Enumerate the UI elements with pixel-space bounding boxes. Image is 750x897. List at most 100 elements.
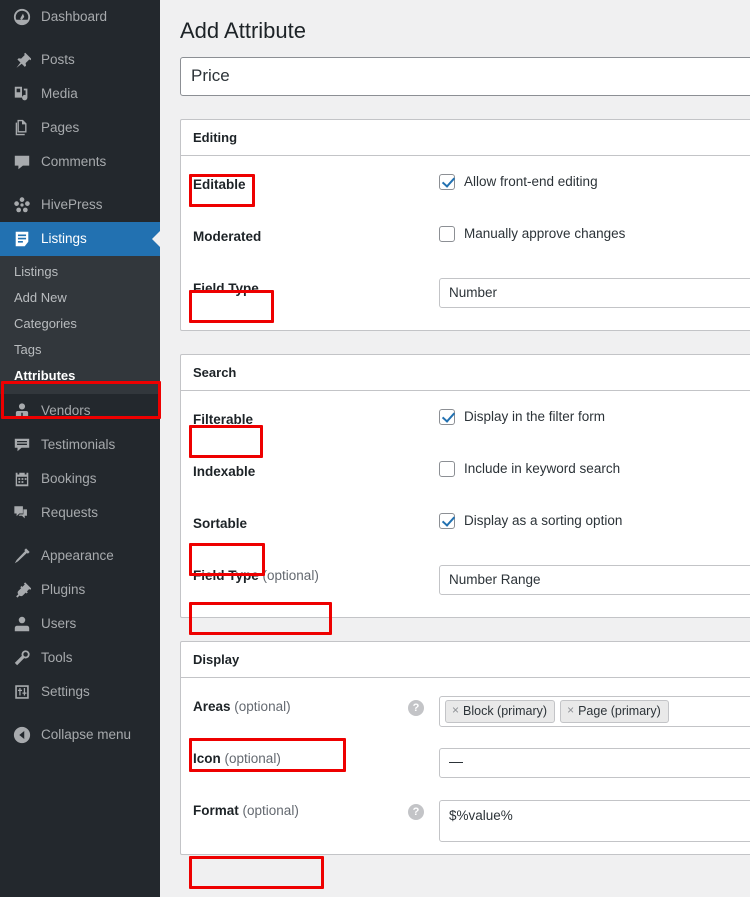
submenu-item-categories[interactable]: Categories: [0, 310, 160, 336]
sidebar-item-label: Posts: [41, 52, 75, 68]
sidebar-item-posts[interactable]: Posts: [0, 43, 160, 77]
tag-chip[interactable]: × Block (primary): [445, 699, 556, 723]
menu-separator: [0, 34, 160, 43]
sidebar-item-label: Collapse menu: [41, 727, 132, 743]
submenu-item-label: Add New: [14, 289, 67, 305]
sidebar-item-collapse-menu[interactable]: Collapse menu: [0, 718, 160, 752]
attribute-name-input[interactable]: [180, 56, 750, 96]
row-label-filterable: Filterable: [193, 409, 408, 427]
textarea-format-optional[interactable]: $%value%: [439, 799, 750, 842]
select-icon-optional[interactable]: [439, 747, 750, 778]
testimonial-icon: [12, 435, 32, 455]
checkbox-moderated[interactable]: Manually approve changes: [439, 225, 625, 242]
pin-icon: [12, 50, 32, 70]
form-row: Sortable Display as a sorting option: [193, 501, 750, 553]
help-icon[interactable]: ?: [408, 699, 424, 716]
sidebar-item-listings[interactable]: Listings: [0, 222, 160, 256]
menu-separator: [0, 709, 160, 718]
row-label-indexable: Indexable: [193, 461, 408, 479]
row-field: Allow front-end editing: [408, 173, 750, 190]
submenu-item-tags[interactable]: Tags: [0, 336, 160, 362]
submenu-item-attributes[interactable]: Attributes: [0, 362, 160, 388]
submenu-item-add-new[interactable]: Add New: [0, 284, 160, 310]
sidebar-item-settings[interactable]: Settings: [0, 675, 160, 709]
tools-icon: [12, 648, 32, 668]
row-label-optional: (optional): [262, 567, 319, 583]
form-row: Field Type Number: [193, 266, 750, 318]
checkbox-filterable[interactable]: Display in the filter form: [439, 408, 605, 425]
calendar-icon: [12, 469, 32, 489]
panel-search: Search Filterable Display in the filter fo…: [180, 353, 750, 618]
checkbox-sortable[interactable]: Display as a sorting option: [439, 512, 622, 529]
requests-icon: [12, 503, 32, 523]
sidebar-item-hivepress[interactable]: HivePress: [0, 188, 160, 222]
panel-heading: Search: [181, 355, 750, 391]
checkbox-box[interactable]: [439, 408, 455, 425]
sidebar-item-vendors[interactable]: Vendors: [0, 394, 160, 428]
submenu-item-label: Categories: [14, 315, 77, 331]
tags-areas-optional[interactable]: × Block (primary) × Page (primary): [439, 695, 750, 727]
submenu-item-label: Listings: [14, 263, 59, 279]
sidebar-item-label: Comments: [41, 154, 107, 170]
checkbox-editable[interactable]: Allow front-end editing: [439, 173, 598, 190]
tag-chip[interactable]: × Page (primary): [560, 699, 669, 723]
row-field: Number Range: [408, 564, 750, 595]
panel-body: Editable Allow front-end editing Moderated…: [181, 156, 750, 330]
remove-tag-icon[interactable]: ×: [452, 702, 459, 719]
panel-display: Display Areas (optional)? × Block (primary)…: [180, 640, 750, 855]
sidebar-item-requests[interactable]: Requests: [0, 496, 160, 530]
sidebar-item-bookings[interactable]: Bookings: [0, 462, 160, 496]
checkbox-box[interactable]: [439, 460, 455, 477]
help-icon[interactable]: ?: [408, 803, 424, 820]
form-row: Field Type (optional) Number Range: [193, 553, 750, 605]
row-field: Display as a sorting option: [408, 512, 750, 529]
sidebar-item-plugins[interactable]: Plugins: [0, 573, 160, 607]
sidebar-item-tools[interactable]: Tools: [0, 641, 160, 675]
comment-icon: [12, 152, 32, 172]
sidebar-item-label: Tools: [41, 650, 73, 666]
row-field: [408, 747, 750, 778]
checkbox-box[interactable]: [439, 173, 455, 190]
row-label-optional: (optional): [234, 698, 291, 714]
panel-heading: Editing: [181, 120, 750, 156]
select-value: Number Range: [449, 572, 541, 588]
checkbox-box[interactable]: [439, 225, 455, 242]
menu-separator: [0, 179, 160, 188]
row-label-areas-optional: Areas (optional): [193, 696, 408, 714]
users-icon: [12, 614, 32, 634]
checkbox-indexable[interactable]: Include in keyword search: [439, 460, 620, 477]
row-field: Display in the filter form: [408, 408, 750, 425]
form-row: Indexable Include in keyword search: [193, 449, 750, 501]
submenu-item-listings[interactable]: Listings: [0, 258, 160, 284]
form-row: Icon (optional): [193, 736, 750, 788]
sidebar-item-appearance[interactable]: Appearance: [0, 539, 160, 573]
sidebar-item-media[interactable]: Media: [0, 77, 160, 111]
sidebar-item-label: Vendors: [41, 403, 91, 419]
media-icon: [12, 84, 32, 104]
row-label-optional: (optional): [224, 750, 281, 766]
checkbox-box[interactable]: [439, 512, 455, 529]
sidebar-item-label: Plugins: [41, 582, 86, 598]
row-label-field-type: Field Type: [193, 278, 408, 296]
sidebar-item-dashboard[interactable]: Dashboard: [0, 0, 160, 34]
sidebar-item-pages[interactable]: Pages: [0, 111, 160, 145]
sidebar-item-label: HivePress: [41, 197, 103, 213]
submenu-item-label: Attributes: [14, 367, 76, 383]
panel-body: Filterable Display in the filter form Inde…: [181, 391, 750, 617]
sidebar-item-users[interactable]: Users: [0, 607, 160, 641]
row-label-text: Filterable: [193, 411, 254, 427]
remove-tag-icon[interactable]: ×: [567, 702, 574, 719]
sidebar-item-label: Pages: [41, 120, 80, 136]
row-label-text: Areas: [193, 698, 231, 714]
select-field-type[interactable]: Number: [439, 277, 750, 308]
sidebar-item-label: Testimonials: [41, 437, 116, 453]
row-label-format-optional: Format (optional): [193, 800, 408, 818]
sidebar-item-testimonials[interactable]: Testimonials: [0, 428, 160, 462]
row-label-optional: (optional): [242, 802, 299, 818]
form-row: Moderated Manually approve changes: [193, 214, 750, 266]
sidebar-item-comments[interactable]: Comments: [0, 145, 160, 179]
row-label-text: Icon: [193, 750, 221, 766]
form-row: Areas (optional)? × Block (primary) × Page (…: [193, 684, 750, 736]
select-field-type-optional[interactable]: Number Range: [439, 564, 750, 595]
tag-label: Page (primary): [578, 703, 661, 718]
